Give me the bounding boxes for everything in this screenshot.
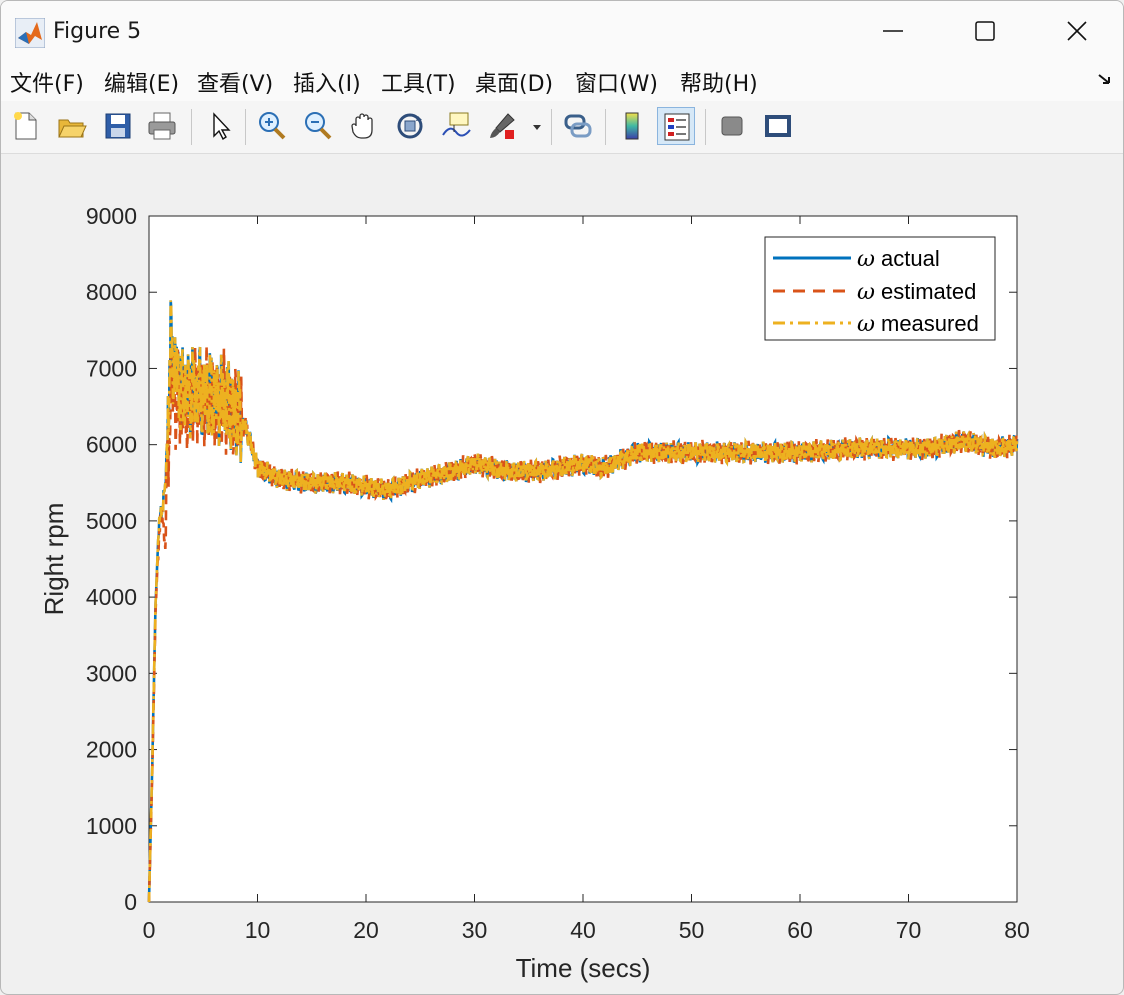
menu-window[interactable]: 窗口(W) — [575, 66, 658, 98]
y-tick-label: 6000 — [86, 432, 137, 458]
minimize-icon — [883, 30, 903, 32]
save-icon — [105, 113, 131, 139]
legend-label-actual: actual — [881, 246, 940, 271]
legend[interactable]: ω actual ω estimated ω measured — [764, 236, 996, 341]
y-tick-label: 3000 — [86, 660, 137, 686]
y-tick-label: 2000 — [86, 737, 137, 763]
x-tick-label: 60 — [787, 917, 813, 943]
show-plot-tools-button[interactable] — [759, 107, 797, 145]
menu-desktop[interactable]: 桌面(D) — [475, 66, 553, 98]
zoom-out-button[interactable] — [299, 107, 337, 145]
pan-hand-icon — [351, 113, 373, 139]
dock-arrow-icon[interactable] — [1097, 71, 1113, 87]
y-tick-label: 1000 — [86, 813, 137, 839]
open-file-button[interactable] — [53, 107, 91, 145]
legend-label-measured: measured — [881, 311, 979, 336]
x-tick-label: 70 — [896, 917, 922, 943]
hide-plot-tools-icon — [721, 116, 743, 136]
pan-button[interactable] — [345, 107, 383, 145]
insert-legend-icon — [664, 113, 690, 141]
print-button[interactable] — [143, 107, 181, 145]
rotate-3d-icon — [397, 113, 423, 139]
brush-icon — [490, 113, 515, 139]
toolbar-separator — [551, 109, 552, 145]
save-button[interactable] — [99, 107, 137, 145]
toolbar-separator — [705, 109, 706, 145]
toolbar-separator — [245, 109, 246, 145]
y-tick-label: 0 — [124, 889, 137, 915]
x-tick-label: 40 — [570, 917, 596, 943]
window-title: Figure 5 — [53, 19, 142, 44]
new-figure-button[interactable] — [7, 107, 45, 145]
toolbar-separator — [191, 109, 192, 145]
x-tick-label: 80 — [1004, 917, 1030, 943]
x-tick-label: 20 — [353, 917, 379, 943]
matlab-logo-icon — [15, 18, 45, 48]
edit-plot-cursor-icon — [213, 112, 231, 141]
maximize-button[interactable] — [939, 1, 1031, 61]
brush-dropdown-button[interactable] — [527, 107, 547, 145]
menu-insert[interactable]: 插入(I) — [293, 66, 361, 98]
title-bar[interactable]: Figure 5 — [1, 1, 1123, 61]
figure-window: Figure 5 文件(F) 编辑(E) 查看(V) 插入(I) 工具(T) 桌… — [0, 0, 1124, 995]
data-cursor-icon — [442, 112, 471, 137]
brush-dropdown-icon — [533, 125, 541, 130]
zoom-in-icon — [259, 112, 286, 140]
link-plot-icon — [564, 114, 592, 138]
legend-symbol: ω — [857, 312, 875, 337]
x-tick-label: 30 — [462, 917, 488, 943]
x-tick-label: 0 — [143, 917, 156, 943]
insert-colorbar-button[interactable] — [613, 107, 651, 145]
insert-legend-button[interactable] — [657, 107, 695, 145]
edit-plot-button[interactable] — [201, 107, 239, 145]
y-tick-label: 8000 — [86, 279, 137, 305]
figure-toolbar — [1, 101, 1123, 154]
menu-help[interactable]: 帮助(H) — [680, 66, 758, 98]
legend-symbol: ω — [857, 247, 875, 272]
y-tick-labels: 0 1000 2000 3000 4000 5000 6000 7000 800… — [86, 203, 137, 915]
y-axis-label: Right rpm — [39, 503, 69, 616]
link-plot-button[interactable] — [559, 107, 597, 145]
brush-button[interactable] — [483, 107, 521, 145]
menu-edit[interactable]: 编辑(E) — [104, 66, 179, 98]
data-cursor-button[interactable] — [437, 107, 475, 145]
menu-bar: 文件(F) 编辑(E) 查看(V) 插入(I) 工具(T) 桌面(D) 窗口(W… — [1, 61, 1123, 101]
minimize-button[interactable] — [847, 1, 939, 61]
menu-file[interactable]: 文件(F) — [10, 66, 84, 98]
x-tick-labels: 0 10 20 30 40 50 60 70 80 — [143, 917, 1030, 943]
plot-area[interactable]: 0 10 20 30 40 50 60 70 80 0 1000 2000 30… — [1, 154, 1123, 994]
y-tick-label: 7000 — [86, 355, 137, 381]
menu-view[interactable]: 查看(V) — [197, 66, 273, 98]
legend-label-estimated: estimated — [881, 279, 976, 304]
menu-tools[interactable]: 工具(T) — [381, 66, 456, 98]
x-axis-label: Time (secs) — [516, 953, 651, 983]
rotate-3d-button[interactable] — [391, 107, 429, 145]
y-tick-label: 9000 — [86, 203, 137, 229]
show-plot-tools-icon — [765, 115, 791, 137]
y-tick-label: 5000 — [86, 508, 137, 534]
hide-plot-tools-button[interactable] — [713, 107, 751, 145]
new-figure-icon — [14, 112, 37, 140]
print-icon — [148, 112, 176, 140]
toolbar-separator — [605, 109, 606, 145]
close-icon — [1067, 21, 1087, 41]
x-tick-label: 10 — [245, 917, 271, 943]
x-tick-label: 50 — [679, 917, 705, 943]
y-tick-label: 4000 — [86, 584, 137, 610]
close-button[interactable] — [1031, 1, 1123, 61]
insert-colorbar-icon — [625, 112, 639, 140]
maximize-icon — [975, 21, 995, 41]
zoom-out-icon — [305, 112, 332, 140]
legend-symbol: ω — [857, 280, 875, 305]
open-file-icon — [58, 119, 87, 138]
zoom-in-button[interactable] — [253, 107, 291, 145]
